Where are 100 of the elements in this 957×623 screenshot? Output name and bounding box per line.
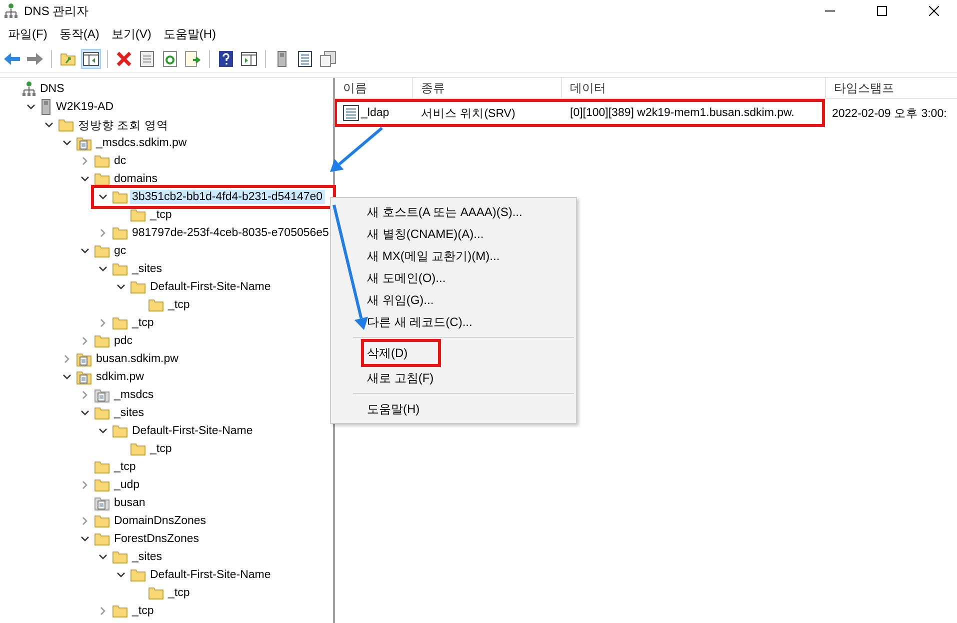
- folder-icon: [94, 406, 110, 420]
- menu-item[interactable]: 새 MX(메일 교환기)(M)...: [364, 245, 500, 267]
- maximize-icon[interactable]: [877, 6, 887, 16]
- close-icon[interactable]: [929, 6, 939, 16]
- tree-item[interactable]: 981797de-253f-4ceb-8035-e705056e5: [130, 226, 331, 240]
- tree-item[interactable]: _udp: [112, 478, 142, 492]
- chevron-right-icon[interactable]: [80, 390, 90, 400]
- list-icon[interactable]: [298, 51, 312, 67]
- chevron-down-icon[interactable]: [98, 264, 108, 274]
- folder-icon: [94, 460, 110, 474]
- tree-item[interactable]: dc: [112, 154, 128, 168]
- column-header[interactable]: 데이터: [562, 78, 826, 98]
- export-icon[interactable]: [185, 51, 201, 67]
- delete-icon[interactable]: [116, 51, 132, 67]
- tree-item[interactable]: _sites: [130, 550, 164, 564]
- chevron-down-icon[interactable]: [80, 174, 90, 184]
- tree-item[interactable]: 3b351cb2-bb1d-4fd4-b231-d54147e0: [130, 190, 325, 204]
- tree-item[interactable]: pdc: [112, 334, 135, 348]
- menu-item[interactable]: 다른 새 레코드(C)...: [364, 311, 472, 333]
- chevron-right-icon[interactable]: [80, 516, 90, 526]
- menu-item[interactable]: 도움말(H): [364, 398, 420, 420]
- chevron-down-icon[interactable]: [26, 102, 36, 112]
- chevron-right-icon[interactable]: [98, 318, 108, 328]
- zone-icon: [76, 369, 92, 385]
- tree-item[interactable]: _tcp: [148, 208, 174, 222]
- chevron-right-icon[interactable]: [80, 156, 90, 166]
- menu-item[interactable]: 동작(A): [55, 26, 108, 42]
- tree-item[interactable]: _tcp: [166, 586, 192, 600]
- folder-up-icon[interactable]: [60, 52, 76, 66]
- forward-arrow-icon[interactable]: [26, 52, 44, 66]
- tree-item[interactable]: Default-First-Site-Name: [130, 424, 255, 438]
- tree-item[interactable]: DNS: [38, 82, 66, 96]
- properties-icon[interactable]: [140, 51, 154, 67]
- tree-item[interactable]: Default-First-Site-Name: [148, 280, 273, 294]
- tree-item[interactable]: sdkim.pw: [94, 370, 146, 384]
- chevron-right-icon[interactable]: [62, 354, 72, 364]
- tree-item[interactable]: W2K19-AD: [54, 100, 116, 114]
- folder-icon: [58, 118, 74, 132]
- back-arrow-icon[interactable]: [3, 52, 21, 66]
- tree-item[interactable]: ForestDnsZones: [112, 532, 202, 546]
- chevron-right-icon[interactable]: [80, 336, 90, 346]
- action-pane-icon[interactable]: [241, 52, 257, 66]
- menu-item[interactable]: 삭제(D): [364, 342, 438, 364]
- chevron-down-icon[interactable]: [62, 138, 72, 148]
- chevron-down-icon[interactable]: [98, 426, 108, 436]
- folder-icon: [94, 514, 110, 528]
- help-icon[interactable]: [219, 51, 233, 67]
- server-icon: [276, 51, 288, 67]
- chevron-down-icon[interactable]: [116, 570, 126, 580]
- record-icon: [343, 105, 359, 121]
- folder-icon: [112, 190, 128, 204]
- column-header[interactable]: 이름: [335, 78, 413, 98]
- column-header[interactable]: 타임스탬프: [826, 78, 957, 98]
- chevron-right-icon[interactable]: [80, 480, 90, 490]
- tree-item[interactable]: busan: [112, 496, 148, 510]
- zone-icon: [76, 135, 92, 151]
- menu-item[interactable]: 새 호스트(A 또는 AAAA)(S)...: [364, 201, 522, 223]
- tree-item[interactable]: _sites: [112, 406, 146, 420]
- chevron-down-icon[interactable]: [98, 192, 108, 202]
- folder-icon: [130, 442, 146, 456]
- menu-item[interactable]: 도움말(H): [159, 26, 224, 42]
- network-icon: [4, 3, 18, 19]
- tree-item[interactable]: Default-First-Site-Name: [148, 568, 273, 582]
- folder-icon: [148, 586, 164, 600]
- tree-item[interactable]: _tcp: [130, 604, 156, 618]
- chevron-down-icon[interactable]: [62, 372, 72, 382]
- tree-item[interactable]: 정방향 조회 영역: [76, 116, 170, 134]
- tree-item[interactable]: _tcp: [130, 316, 156, 330]
- menu-item[interactable]: 파일(F): [4, 26, 56, 42]
- tree-item[interactable]: gc: [112, 244, 128, 258]
- chevron-down-icon[interactable]: [80, 408, 90, 418]
- chevron-down-icon[interactable]: [44, 120, 54, 130]
- tree-item[interactable]: _tcp: [112, 460, 138, 474]
- copy-icon[interactable]: [320, 51, 336, 67]
- tree-item[interactable]: _msdcs.sdkim.pw: [94, 136, 189, 150]
- tree-item[interactable]: busan.sdkim.pw: [94, 352, 180, 366]
- network-icon: [22, 81, 36, 97]
- tree-item[interactable]: domains: [112, 172, 160, 186]
- chevron-down-icon[interactable]: [116, 282, 126, 292]
- menu-item[interactable]: 새 별칭(CNAME)(A)...: [364, 223, 484, 245]
- panel-icon[interactable]: [83, 52, 99, 66]
- folder-icon: [94, 244, 110, 258]
- menu-item[interactable]: 새로 고침(F): [364, 367, 434, 389]
- chevron-down-icon[interactable]: [98, 552, 108, 562]
- tree-item[interactable]: _msdcs: [112, 388, 156, 402]
- folder-icon: [94, 478, 110, 492]
- menu-item[interactable]: 새 위임(G)...: [364, 289, 434, 311]
- menu-item[interactable]: 보기(V): [107, 26, 160, 42]
- column-header[interactable]: 종류: [413, 78, 562, 98]
- menu-item[interactable]: 새 도메인(O)...: [364, 267, 446, 289]
- tree-item[interactable]: _sites: [130, 262, 164, 276]
- tree-item[interactable]: DomainDnsZones: [112, 514, 208, 528]
- tree-item[interactable]: _tcp: [148, 442, 174, 456]
- chevron-right-icon[interactable]: [98, 228, 108, 238]
- chevron-down-icon[interactable]: [80, 246, 90, 256]
- tree-item[interactable]: _tcp: [166, 298, 192, 312]
- refresh-icon[interactable]: [163, 51, 177, 67]
- annotation-arrow: [330, 126, 383, 172]
- chevron-down-icon[interactable]: [80, 534, 90, 544]
- chevron-right-icon[interactable]: [98, 606, 108, 616]
